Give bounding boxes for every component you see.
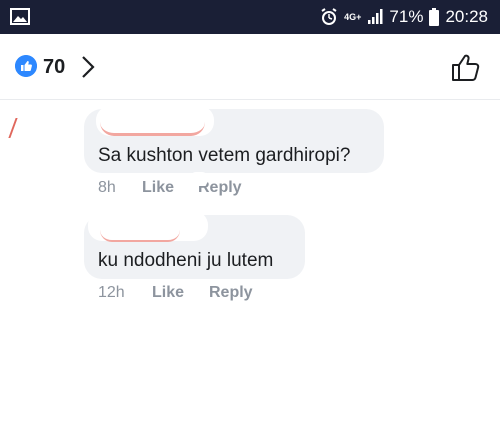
redaction-mark bbox=[100, 122, 205, 136]
reply-link[interactable]: Reply bbox=[209, 284, 253, 302]
battery-percent: 71% bbox=[389, 7, 424, 26]
sheet-header: 70 bbox=[0, 34, 500, 100]
redaction-mark bbox=[100, 230, 180, 242]
reactions-sheet: 70 Sa kushton vetem gardhiropi? 8h Like … bbox=[0, 34, 500, 429]
comment-time: 12h bbox=[98, 284, 125, 301]
like-badge-icon bbox=[15, 55, 37, 77]
battery-icon bbox=[429, 8, 440, 26]
thumbs-up-icon[interactable] bbox=[451, 52, 481, 82]
chevron-right-icon[interactable] bbox=[78, 54, 98, 80]
signal-icon bbox=[368, 9, 383, 24]
image-icon bbox=[10, 8, 30, 25]
avatar bbox=[8, 118, 26, 138]
like-count[interactable]: 70 bbox=[43, 56, 65, 79]
network-type: 4G+ bbox=[344, 11, 362, 22]
status-bar: 4G+ 71% 20:28 bbox=[0, 0, 500, 34]
clock: 20:28 bbox=[445, 7, 488, 26]
like-link[interactable]: Like bbox=[142, 179, 174, 197]
comment-time: 8h bbox=[98, 179, 116, 196]
redaction-mark bbox=[190, 172, 208, 186]
comment-text: ku ndodheni ju lutem bbox=[98, 250, 274, 271]
comment-text: Sa kushton vetem gardhiropi? bbox=[98, 145, 351, 166]
like-link[interactable]: Like bbox=[152, 284, 184, 302]
alarm-icon bbox=[321, 8, 337, 25]
